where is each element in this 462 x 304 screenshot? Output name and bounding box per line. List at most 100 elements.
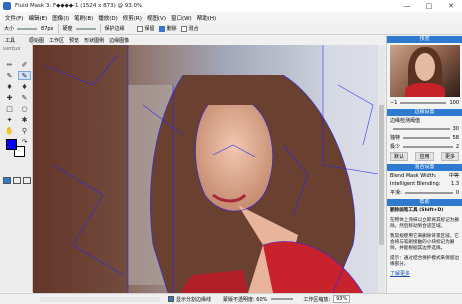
menu-file[interactable]: 文件(F) (5, 14, 23, 22)
help-title: 删除画笔工具 (Shift+D) (390, 208, 444, 213)
intelligent-blend-value[interactable]: 1.3 (451, 181, 459, 187)
foreground-swatch[interactable] (6, 139, 17, 150)
tool-grid: ✏ ✐ ✎ ✎ ♦ ♦ ✚ ✎ □ ○ ✦ ✱ ✋ ⚲ ↶ ↷ (3, 60, 31, 146)
edge-threshold-slider[interactable] (393, 128, 450, 130)
edge-sub-row: 边缘检测阈值 (387, 116, 462, 125)
view-mode-group (3, 177, 31, 184)
tab-edge-image[interactable]: 边缘图像 (109, 37, 129, 44)
right-panel: 预览 − 1 100 边缘设置 边缘检测阈值 30 独特 58 极少 2 默认 … (386, 36, 462, 293)
intelligent-blend-row: Intelligent Blending: 1.3 (387, 180, 462, 188)
blend-width-row: Blend Mask Width: 中等 (387, 171, 462, 180)
preview-zoom-row: − 1 100 (387, 99, 462, 107)
smooth-value[interactable]: 0 (456, 190, 459, 196)
hand-icon[interactable]: ✋ (3, 126, 16, 135)
blend-width-value[interactable]: 中等 (449, 172, 459, 179)
tab-shape-legend[interactable]: 形状图例 (84, 37, 104, 44)
preview-zoom-slider[interactable] (400, 102, 447, 104)
unique-slider[interactable] (403, 136, 450, 139)
zoom-icon[interactable]: ⚲ (18, 126, 31, 135)
protect-edge-label: 保护边缘 (104, 26, 125, 32)
close-button[interactable]: ✕ (440, 0, 462, 12)
blend-label: 混合 (188, 26, 199, 32)
exact-brush-icon[interactable]: ✚ (3, 93, 16, 102)
delete-brush-icon[interactable]: ✐ (18, 60, 31, 69)
preview-zoom-value: 1 (394, 100, 398, 106)
intelligent-blend-label: Intelligent Blending: (390, 181, 441, 187)
delete-label: 删除 (166, 26, 177, 32)
edge-threshold-value[interactable]: 30 (453, 126, 459, 132)
wand-icon[interactable]: ✱ (18, 115, 31, 124)
menu-help[interactable]: 帮助(H) (197, 14, 216, 22)
preview-thumbnail[interactable] (390, 45, 460, 97)
hardness-label: 硬度 (62, 26, 73, 32)
more-button[interactable]: 更多 (440, 152, 459, 161)
menu-brush[interactable]: 笔刷(B) (74, 14, 93, 22)
window-title: Fluid Mask 3: F◆◆◆◆-1 (1524 x 873) @ 93.… (15, 3, 143, 9)
help-body-3: 提示：通过结合保护模式来保留边缘部分。 (390, 256, 459, 267)
edge-settings-header: 边缘设置 (387, 109, 462, 116)
menu-trim[interactable]: 修剪(R) (123, 14, 142, 22)
keep-checkbox[interactable] (136, 25, 143, 32)
workspace-canvas[interactable] (33, 45, 385, 293)
horizontal-scrollbar[interactable] (40, 296, 160, 302)
rare-slider[interactable] (403, 145, 453, 148)
blend-width-label: Blend Mask Width: (390, 172, 437, 179)
show-patches-label: 显示分割边缘线 (176, 296, 212, 303)
window-controls: — □ ✕ (396, 0, 462, 12)
menu-edit[interactable]: 编辑(E) (28, 14, 47, 22)
apply-button[interactable]: 应用 (415, 152, 434, 161)
view-mode-1-icon[interactable] (3, 177, 11, 184)
edge-buttons-row: 默认 应用 更多 (387, 151, 462, 162)
learn-more-link[interactable]: 了解更多 (387, 270, 462, 277)
eyedropper-icon[interactable]: ✦ (3, 115, 16, 124)
view-mode-3-icon[interactable] (23, 177, 31, 184)
tab-workspace[interactable]: 工作区 (49, 37, 64, 44)
brand-logo: vertus (3, 46, 21, 52)
mask-opacity-slider[interactable] (271, 298, 294, 300)
smooth-slider[interactable] (404, 191, 453, 194)
rare-row: 极少 2 (387, 142, 462, 151)
scroll-thumb[interactable] (379, 105, 384, 245)
menu-view[interactable]: 视图(V) (147, 14, 166, 22)
rect-select-icon[interactable]: □ (3, 104, 16, 113)
size-slider[interactable] (17, 27, 38, 30)
delete-patch-icon[interactable]: ✎ (18, 71, 31, 80)
maximize-button[interactable]: □ (418, 0, 440, 12)
edge-threshold-row: 30 (387, 125, 462, 133)
keep-brush-icon[interactable]: ✏ (3, 60, 16, 69)
minimize-button[interactable]: — (396, 0, 418, 12)
show-patches-checkbox[interactable] (168, 296, 174, 302)
delete-checkbox[interactable] (158, 25, 165, 32)
lasso-icon[interactable]: ○ (18, 104, 31, 113)
unique-row: 独特 58 (387, 133, 462, 142)
redo-icon[interactable]: ↷ (18, 137, 31, 146)
default-button[interactable]: 默认 (390, 152, 409, 161)
view-mode-2-icon[interactable] (13, 177, 21, 184)
blend-checkbox[interactable] (180, 25, 187, 32)
divider (57, 24, 59, 33)
status-bar: 显示分割边缘线 蒙版不透明度: 60% 工作区缩放: 93% (0, 293, 462, 304)
tab-tools[interactable]: 工具 (5, 37, 15, 44)
hardness-slider[interactable] (75, 27, 96, 30)
preview-header: 预览 (387, 36, 462, 43)
menu-window[interactable]: 窗口(W) (171, 14, 192, 22)
vertical-scrollbar[interactable] (378, 45, 385, 293)
unique-label: 独特 (390, 135, 401, 141)
size-value[interactable]: 87px (41, 26, 54, 32)
blend-brush-icon[interactable]: ✎ (18, 93, 31, 102)
size-label: 大小 (4, 26, 15, 32)
options-bar: 大小 87px 硬度 保护边缘 保留 删除 混合 (0, 23, 462, 35)
rare-value[interactable]: 2 (456, 144, 459, 150)
unique-value[interactable]: 58 (453, 135, 459, 141)
app-icon (3, 2, 11, 10)
help-body-2: 我常规使用它来删除背景区域，它会将与笔刷接触的小块标记为删除，并能根据其边界选择… (390, 234, 459, 251)
keep-patch-icon[interactable]: ✎ (3, 71, 16, 80)
tab-original[interactable]: 原始图 (29, 37, 44, 44)
menu-image[interactable]: 图像(I) (52, 14, 69, 22)
blend-settings-header: 混合设置 (387, 164, 462, 171)
tab-preview[interactable]: 预览 (69, 37, 79, 44)
menu-play[interactable]: 播放(D) (98, 14, 118, 22)
zoom-value[interactable]: 93% (333, 295, 351, 303)
keep-fill-icon[interactable]: ♦ (3, 82, 16, 91)
delete-fill-icon[interactable]: ♦ (18, 82, 31, 91)
